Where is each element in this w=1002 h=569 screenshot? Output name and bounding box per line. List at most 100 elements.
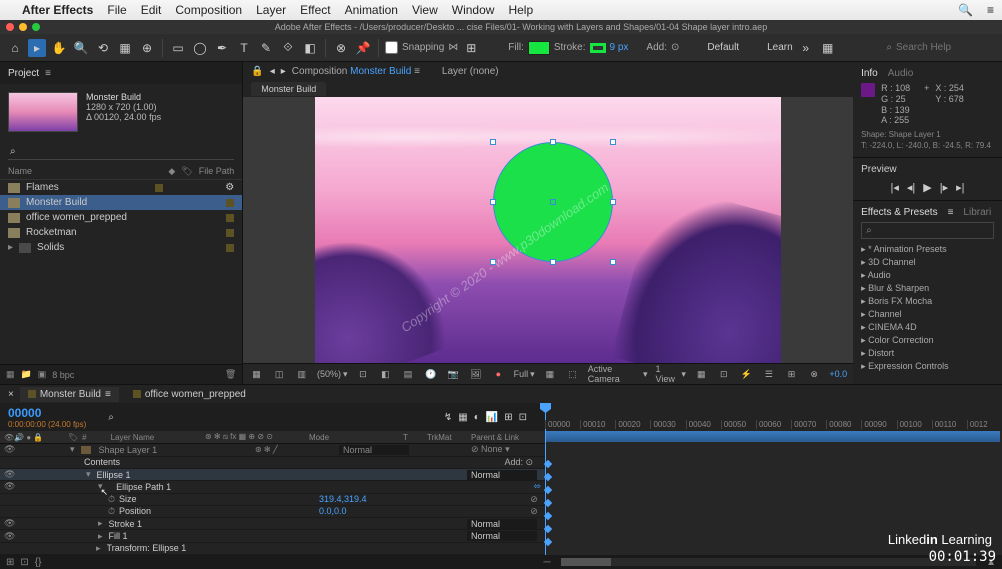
menu-effect[interactable]: Effect [300, 3, 330, 17]
current-time[interactable]: 00000 [8, 406, 86, 420]
menu-file[interactable]: File [107, 3, 126, 17]
info-tab[interactable]: Info [861, 68, 878, 79]
first-frame-icon[interactable]: |◂ [891, 181, 899, 194]
orbit-tool-icon[interactable]: ⟲ [94, 39, 112, 57]
search-icon[interactable]: ⌕ [108, 412, 114, 423]
project-search[interactable]: ⌕ [8, 144, 234, 160]
twirl-icon[interactable]: ▸ [98, 518, 103, 529]
last-frame-icon[interactable]: ▸| [956, 181, 964, 194]
visibility-icon[interactable]: 👁 [4, 469, 18, 480]
transform-handle[interactable] [610, 139, 616, 145]
layer-row[interactable]: Contents Add: ⊙ [0, 457, 545, 469]
tag-icon[interactable]: ◆ [168, 166, 175, 177]
stopwatch-icon[interactable]: ⏱ [108, 494, 115, 505]
home-icon[interactable]: ⌂ [6, 39, 24, 57]
close-tab-icon[interactable]: × [8, 389, 14, 400]
property-row[interactable]: ⏱ Position 0.0,0.0 ⊘ [0, 506, 545, 518]
menu-animation[interactable]: Animation [345, 3, 398, 17]
twirl-icon[interactable]: ▸ [98, 531, 103, 542]
motion-blur-icon[interactable]: ◐ [474, 412, 480, 423]
visibility-icon[interactable]: 👁 [4, 518, 18, 529]
visibility-icon[interactable]: 👁 [4, 444, 18, 455]
snapshot-icon[interactable]: 📷 [446, 366, 461, 382]
app-menu[interactable]: After Effects [22, 3, 93, 17]
pan-behind-tool-icon[interactable]: ⊕ [138, 39, 156, 57]
layer-row[interactable]: 👁 ▸ Stroke 1 Normal [0, 518, 545, 530]
blend-mode-select[interactable]: Normal [467, 531, 537, 541]
project-item[interactable]: ▸Solids [0, 240, 242, 255]
twirl-icon[interactable]: ▸ [96, 543, 101, 554]
project-item[interactable]: Flames⚙ [0, 180, 242, 195]
menu-layer[interactable]: Layer [256, 3, 286, 17]
blend-mode-select[interactable]: Normal [339, 445, 409, 455]
color-mgmt-icon[interactable]: ● [491, 366, 506, 382]
flowchart-icon[interactable]: ⊞ [784, 366, 799, 382]
type-icon[interactable]: 🏷 [181, 166, 192, 177]
3d-icon[interactable]: ⬚ [565, 366, 580, 382]
timeline-tab[interactable]: Monster Build ≡ [20, 387, 119, 402]
mask-icon[interactable]: ◧ [378, 366, 393, 382]
stroke-width[interactable]: 9 px [610, 42, 629, 53]
roto-tool-icon[interactable]: ⊗ [332, 39, 350, 57]
audio-tab[interactable]: Audio [888, 68, 914, 79]
effects-category[interactable]: ▸ Color Correction [861, 334, 994, 347]
anchor-point-handle[interactable] [550, 199, 556, 205]
visibility-icon[interactable]: 👁 [4, 531, 18, 542]
timeline-icon[interactable]: ☰ [762, 366, 777, 382]
property-row[interactable]: ⏱ Size 319.4,319.4 ⊘ [0, 494, 545, 506]
transform-handle[interactable] [550, 139, 556, 145]
alpha-icon[interactable]: ▦ [249, 366, 264, 382]
channel-icon[interactable]: ▤ [401, 366, 416, 382]
folder-icon[interactable]: 📁 [21, 369, 32, 380]
menu-view[interactable]: View [412, 3, 438, 17]
help-search[interactable]: ⌕ [886, 42, 996, 53]
menu-edit[interactable]: Edit [141, 3, 162, 17]
search-icon[interactable]: 🔍 [958, 3, 973, 17]
effects-category[interactable]: ▸ Distort [861, 347, 994, 360]
project-item[interactable]: Monster Build [0, 195, 242, 210]
maximize-window-icon[interactable] [32, 23, 40, 31]
layer-row[interactable]: 👁 ▾ Ellipse 1 Normal [0, 469, 545, 481]
puppet-tool-icon[interactable]: 📌 [354, 39, 372, 57]
hand-tool-icon[interactable]: ✋ [50, 39, 68, 57]
trash-icon[interactable]: 🗑 [225, 369, 236, 380]
project-list[interactable]: Flames⚙ Monster Build office women_prepp… [0, 180, 242, 364]
layer-row[interactable]: ▸ Transform: Ellipse 1 [0, 543, 545, 555]
add-label[interactable]: Add: ⊙ [646, 42, 679, 53]
brush-tool-icon[interactable]: ✎ [257, 39, 275, 57]
time-ruler[interactable]: 0000000010000200003000040000500006000070… [545, 403, 1002, 431]
composition-viewport[interactable] [243, 97, 853, 363]
draft-3d-icon[interactable]: ⊞ [504, 412, 512, 423]
sync-icon[interactable]: ▦ [819, 39, 837, 57]
brackets-icon[interactable]: {} [35, 557, 42, 568]
constrain-icon[interactable]: ⬄ [533, 481, 541, 492]
menu-help[interactable]: Help [508, 3, 533, 17]
layer-switch-icon[interactable]: ⊡ [519, 412, 527, 423]
timeline-zoom-slider[interactable] [561, 558, 977, 566]
effects-category[interactable]: ▸ Boris FX Mocha [861, 295, 994, 308]
lock-icon[interactable]: 🔒 [251, 66, 263, 77]
project-item[interactable]: office women_prepped [0, 210, 242, 225]
camera-select[interactable]: Active Camera ▾ [588, 364, 648, 384]
layer-outline[interactable]: 👁🔊 ● 🔒 🏷 # Layer Name ⊛ ✻ ⧅ fx ▦ ⊕ ⊘ ⊙ M… [0, 431, 545, 555]
layer-bar[interactable] [546, 431, 1000, 442]
graph-editor-icon[interactable]: 📊 [486, 412, 498, 423]
transform-handle[interactable] [610, 199, 616, 205]
effects-tab[interactable]: Effects & Presets [861, 207, 938, 218]
transform-handle[interactable] [490, 139, 496, 145]
twirl-icon[interactable]: ▾ [70, 444, 75, 455]
eraser-tool-icon[interactable]: ◧ [301, 39, 319, 57]
menu-window[interactable]: Window [452, 3, 495, 17]
snapping-toggle[interactable]: Snapping ⋈ [385, 41, 458, 54]
project-item[interactable]: Rocketman [0, 225, 242, 240]
transform-handle[interactable] [490, 199, 496, 205]
menu-extra-icon[interactable]: ≡ [987, 3, 994, 17]
zoom-select[interactable]: (50%) ▾ [317, 369, 348, 380]
layer-row[interactable]: 👁 ▾↖ Ellipse Path 1 ⬄ [0, 481, 545, 493]
preview-tab[interactable]: Preview [861, 164, 994, 175]
composition-tab[interactable]: Composition Monster Build ≡ [292, 66, 420, 77]
libraries-tab[interactable]: Librari [963, 207, 991, 218]
frame-blend-icon[interactable]: ▦ [458, 412, 467, 423]
ellipse-tool-icon[interactable]: ◯ [191, 39, 209, 57]
comp-marker-icon[interactable]: ▸ [281, 66, 286, 77]
